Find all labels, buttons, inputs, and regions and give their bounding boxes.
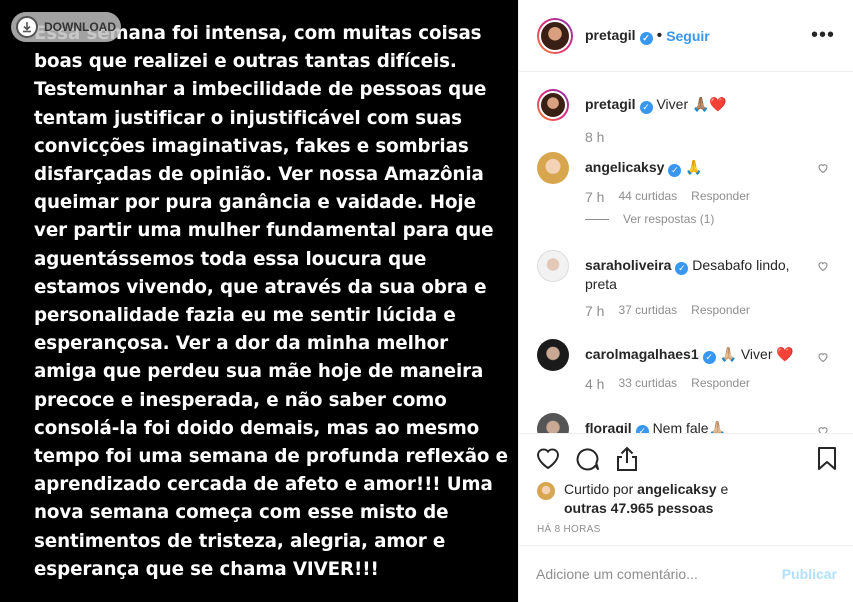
comment-time: 4 h (585, 376, 605, 392)
comment-likes[interactable]: 44 curtidas (618, 189, 677, 205)
comment-heart-icon[interactable] (817, 162, 829, 174)
verified-icon: ✓ (639, 31, 653, 45)
comment-likes[interactable]: 37 curtidas (618, 303, 677, 319)
likes-middle: e (720, 481, 729, 497)
comment-username[interactable]: saraholiveira (585, 257, 671, 273)
list-item: carolmagalhaes1 ✓ 🙏🏼 Viver ❤️ 4 h 33 curt… (537, 339, 835, 399)
more-options-icon[interactable]: ••• (811, 24, 835, 47)
post-sidebar: pretagil ✓ • Seguir ••• pretagil ✓ Viver 🙏… (518, 0, 853, 602)
comment-text: Nem fale🙏🏼 (652, 420, 727, 433)
download-button[interactable]: DOWNLOAD (11, 12, 121, 42)
likes-others[interactable]: outras 47.965 pessoas (564, 500, 713, 516)
caption-avatar[interactable] (537, 89, 569, 121)
comment-avatar[interactable] (537, 339, 569, 371)
comment-time: 7 h (585, 303, 605, 319)
list-item: saraholiveira ✓ Desabafo lindo, preta 7 h… (537, 250, 835, 324)
verified-icon: ✓ (668, 164, 682, 177)
comment-avatar[interactable] (537, 152, 569, 184)
comment-body: saraholiveira ✓ Desabafo lindo, preta (585, 256, 811, 293)
comment-text: 🙏🏼 Viver ❤️ (719, 346, 794, 362)
liker-username[interactable]: angelicaksy (637, 481, 716, 497)
comment-username[interactable]: angelicaksy (585, 159, 664, 175)
caption-body: pretagil ✓ Viver 🙏🏽❤️ (585, 95, 811, 114)
verified-icon: ✓ (635, 425, 649, 433)
comment-heart-icon[interactable] (817, 351, 829, 363)
bookmark-icon[interactable] (817, 446, 837, 471)
comments-list[interactable]: pretagil ✓ Viver 🙏🏽❤️ 8 h angelicaksy ✓ 🙏 … (519, 73, 853, 433)
comment-meta: 7 h 37 curtidas Responder (585, 303, 750, 319)
caption-meta: 8 h (585, 129, 604, 145)
verified-icon: ✓ (639, 101, 653, 114)
comment-avatar[interactable] (537, 250, 569, 282)
comment-time: 7 h (585, 189, 605, 205)
download-label: DOWNLOAD (44, 20, 116, 34)
comment-heart-icon[interactable] (817, 425, 829, 433)
verified-icon: ✓ (675, 262, 689, 275)
caption: pretagil ✓ Viver 🙏🏽❤️ 8 h (537, 89, 835, 149)
comment-avatar[interactable] (537, 413, 569, 433)
reply-button[interactable]: Responder (691, 189, 750, 205)
reply-button[interactable]: Responder (691, 303, 750, 319)
view-replies[interactable]: Ver respostas (1) (585, 212, 714, 226)
comment-body: angelicaksy ✓ 🙏 (585, 158, 811, 177)
header-separator: • (656, 26, 663, 44)
post-header: pretagil ✓ • Seguir ••• (519, 0, 853, 72)
likes-prefix: Curtido por (564, 481, 634, 497)
replies-line (585, 218, 609, 220)
instagram-post-modal: Essa semana foi intensa, com muitas cois… (0, 0, 853, 602)
heart-icon[interactable] (535, 446, 561, 470)
share-icon[interactable] (615, 446, 639, 472)
download-icon (16, 16, 38, 38)
comment-text: 🙏 (685, 159, 703, 175)
post-actions (519, 433, 853, 479)
comment-body: carolmagalhaes1 ✓ 🙏🏼 Viver ❤️ (585, 345, 811, 364)
follow-button[interactable]: Seguir (666, 28, 710, 44)
caption-username[interactable]: pretagil (585, 96, 636, 112)
likes-text: Curtido por angelicaksy e outras 47.965 … (564, 480, 728, 518)
list-item: angelicaksy ✓ 🙏 7 h 44 curtidas Responder… (537, 152, 835, 232)
comment-body: floragil ✓ Nem fale🙏🏼 (585, 419, 811, 433)
caption-text: Viver 🙏🏽❤️ (656, 96, 727, 112)
reply-button[interactable]: Responder (691, 376, 750, 392)
comment-icon[interactable] (575, 446, 600, 471)
list-item: floragil ✓ Nem fale🙏🏼 (537, 413, 835, 433)
post-image: Essa semana foi intensa, com muitas cois… (0, 0, 518, 602)
author-username[interactable]: pretagil ✓ (585, 27, 653, 45)
author-avatar[interactable] (537, 17, 573, 54)
comment-username[interactable]: carolmagalhaes1 (585, 346, 699, 362)
verified-icon: ✓ (702, 351, 716, 364)
caption-time: 8 h (585, 129, 605, 145)
comment-likes[interactable]: 33 curtidas (618, 376, 677, 392)
comment-meta: 4 h 33 curtidas Responder (585, 376, 750, 392)
post-image-text: Essa semana foi intensa, com muitas cois… (34, 23, 508, 580)
publish-button[interactable]: Publicar (782, 566, 837, 582)
post-time[interactable]: HÁ 8 HORAS (537, 524, 601, 535)
add-comment-bar: Publicar (519, 545, 853, 602)
comment-meta: 7 h 44 curtidas Responder (585, 189, 750, 205)
liker-avatar[interactable] (537, 482, 555, 500)
comment-input[interactable] (536, 566, 782, 582)
comment-heart-icon[interactable] (817, 260, 829, 272)
comment-username[interactable]: floragil (585, 420, 632, 433)
view-replies-label[interactable]: Ver respostas (1) (623, 212, 714, 226)
